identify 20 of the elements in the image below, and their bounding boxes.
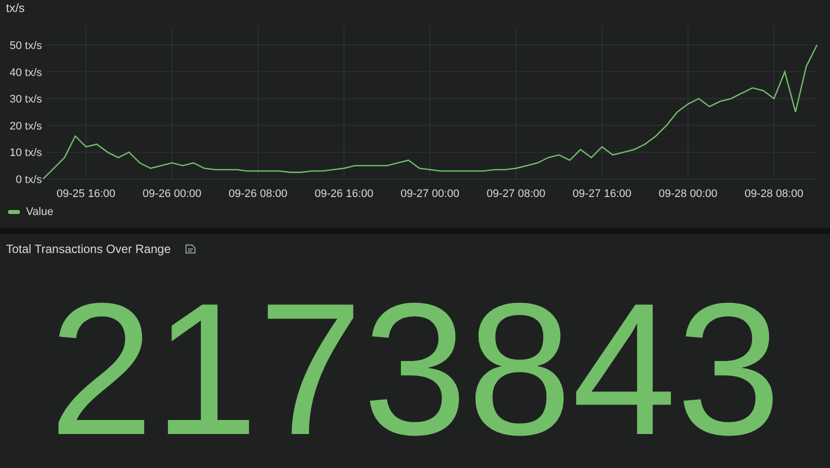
y-axis-label: 0 tx/s: [16, 174, 42, 186]
y-axis-label: 10 tx/s: [10, 147, 42, 160]
x-axis-label: 09-26 00:00: [142, 188, 202, 200]
x-axis-label: 09-28 00:00: [658, 188, 718, 200]
x-axis-label: 09-27 16:00: [572, 188, 632, 200]
y-axis-label: 50 tx/s: [10, 40, 42, 52]
y-axis-label: 40 tx/s: [10, 66, 42, 79]
x-axis-label: 09-25 16:00: [56, 188, 116, 200]
x-axis-label: 09-27 08:00: [486, 188, 546, 200]
x-axis-label: 09-26 16:00: [314, 188, 374, 200]
stat-value: 2173843: [49, 275, 781, 463]
x-axis-label: 09-26 08:00: [228, 188, 288, 200]
panel-title: Total Transactions Over Range: [6, 241, 171, 258]
y-axis-label: 30 tx/s: [10, 94, 42, 106]
document-icon[interactable]: [184, 244, 196, 254]
x-axis-label: 09-27 00:00: [400, 188, 460, 200]
x-axis-label: 09-28 08:00: [744, 188, 804, 200]
y-axis-label: 20 tx/s: [10, 120, 42, 132]
panel-title: tx/s: [6, 2, 25, 14]
legend-label[interactable]: Value: [26, 204, 54, 220]
